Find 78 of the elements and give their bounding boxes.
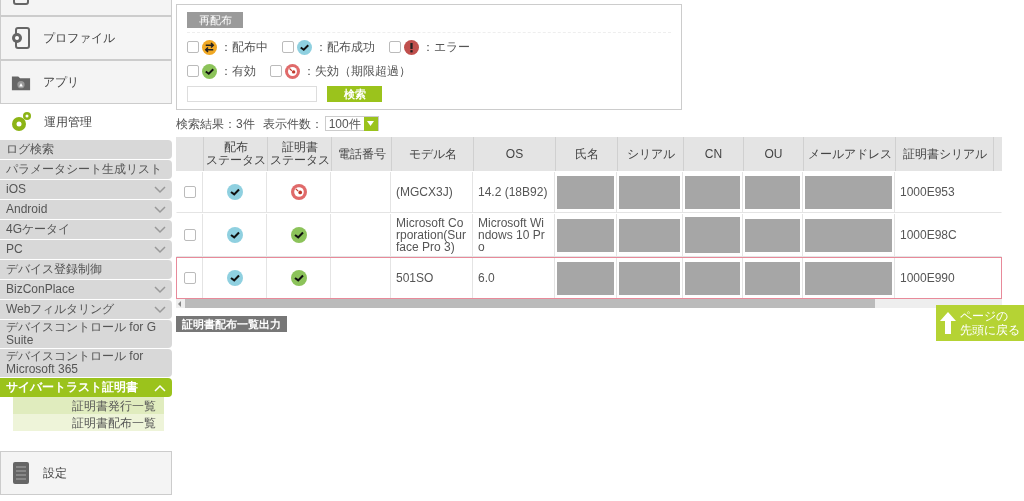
column-header: モデル名: [408, 147, 457, 161]
table-cell-text: 1000E990: [900, 270, 955, 287]
menu-item[interactable]: 4Gケータイ: [0, 220, 172, 239]
nav-item[interactable]: アプリ: [0, 60, 172, 104]
nav-item[interactable]: プロファイル: [0, 16, 172, 60]
column-header: メールアドレス: [807, 147, 892, 161]
checkbox[interactable]: [187, 41, 199, 53]
table-cell-text: 1000E953: [900, 184, 955, 201]
per-page-select[interactable]: 100件: [324, 116, 379, 131]
menu-item[interactable]: パラメータシート生成リスト: [0, 160, 172, 179]
chevron-down-icon: [154, 245, 166, 254]
menu-item[interactable]: ログ検索: [0, 140, 172, 159]
table-cell: 501SO: [396, 272, 434, 284]
nav-item[interactable]: 設定: [0, 451, 172, 495]
chevron-down-icon: [154, 185, 166, 194]
filter-label: ：有効: [220, 63, 256, 80]
column-header: 電話番号: [337, 147, 386, 161]
table-row[interactable]: (MGCX3J) 14.2 (18B92) 1000E953: [176, 171, 1002, 213]
checkbox[interactable]: [270, 65, 282, 77]
back-to-top-label: 先頭に戻る: [960, 323, 1020, 337]
up-arrow-icon: [940, 312, 956, 334]
table-cell: 14.2 (18B92): [478, 186, 548, 198]
column-header: 証明書シリアル: [902, 147, 987, 161]
menu-item[interactable]: Android: [0, 200, 172, 219]
menu-item[interactable]: iOS: [0, 180, 172, 199]
checkbox[interactable]: [183, 186, 196, 198]
checkbox[interactable]: [183, 272, 196, 284]
column-header: OU: [764, 147, 783, 161]
chevron-down-icon: [154, 205, 166, 214]
menu-item[interactable]: BizConPlace: [0, 280, 172, 299]
checkbox[interactable]: [389, 41, 401, 53]
chevron-up-icon: [154, 383, 166, 392]
menu-item[interactable]: PC: [0, 240, 172, 259]
column-header: シリアル: [626, 147, 675, 161]
table-cell-text: Microsoft Windows 10 Pro: [478, 217, 546, 253]
check-icon: [297, 39, 312, 55]
table-cell: Microsoft Corporation(Surface Pro 3): [396, 217, 467, 253]
per-page-label: 表示件数：: [262, 115, 323, 133]
gears-icon: [10, 111, 32, 133]
checkbox[interactable]: [282, 41, 294, 53]
chevron-down-icon: [154, 225, 166, 234]
menu-item[interactable]: デバイス登録制御: [0, 260, 172, 279]
filter-label: ：配布成功: [315, 39, 375, 56]
column-header: OS: [505, 147, 524, 161]
column-header: 証明書 ステータス: [269, 141, 330, 167]
filter-label: ：配布中: [220, 39, 268, 56]
chevron-down-icon: [154, 285, 166, 294]
table-row[interactable]: 501SO 6.0 1000E990: [176, 257, 1002, 299]
result-count: 検索結果：3件: [176, 115, 255, 133]
horizontal-scrollbar[interactable]: [176, 299, 1002, 308]
menu-item[interactable]: Webフィルタリング: [0, 300, 172, 319]
phone-gear-icon: [11, 27, 31, 49]
export-button[interactable]: 証明書配布一覧出力: [176, 316, 287, 332]
filter-label: ：失効（期限超過）: [303, 63, 411, 80]
document-icon: [13, 462, 29, 484]
checkbox[interactable]: [187, 65, 199, 77]
exclamation-icon: [404, 39, 419, 55]
menu-item[interactable]: デバイスコントロール for Microsoft 365: [0, 349, 172, 377]
column-header: CN: [704, 147, 723, 161]
filter-label: ：エラー: [422, 39, 470, 56]
column-header: 氏名: [574, 147, 599, 161]
table-row[interactable]: Microsoft Corporation(Surface Pro 3) Microsoft Windows 10 Pro 1000E98C: [176, 213, 1002, 257]
table-cell: (MGCX3J): [396, 186, 453, 198]
menu-item[interactable]: デバイスコントロール for G Suite: [0, 320, 172, 348]
table-cell: 6.0: [478, 272, 495, 284]
section-title: 運用管理: [44, 114, 92, 131]
arrows-icon: [202, 39, 217, 55]
checkbox[interactable]: [183, 229, 196, 241]
back-to-top-label: ページの: [960, 309, 1009, 323]
submenu-item[interactable]: 証明書発行一覧: [13, 397, 164, 414]
column-header: 配布 ステータス: [205, 141, 266, 167]
submenu-item[interactable]: 証明書配布一覧: [13, 414, 164, 431]
check-icon: [202, 63, 217, 79]
table-cell-text: 1000E98C: [900, 227, 957, 244]
chevron-down-icon: [154, 305, 166, 314]
expired-icon: [285, 63, 300, 79]
search-field[interactable]: [187, 86, 317, 102]
dropdown-icon: [367, 121, 375, 126]
